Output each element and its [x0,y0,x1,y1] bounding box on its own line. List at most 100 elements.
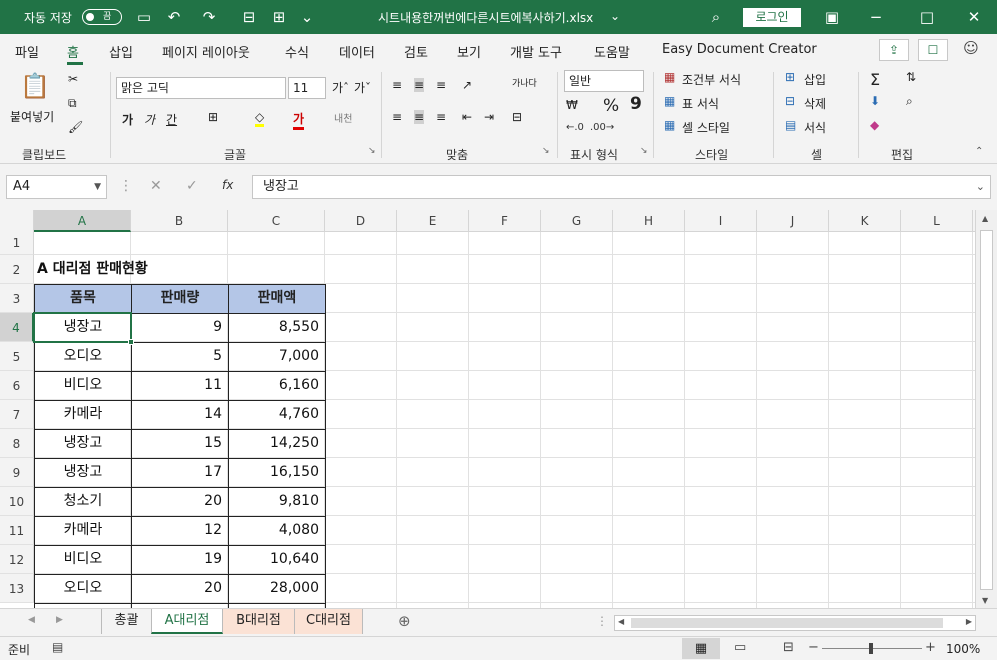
feedback-icon[interactable]: ☺ [962,39,980,57]
find-select-icon[interactable]: ⌕ [906,94,913,109]
row-header-4[interactable]: 4 [0,313,34,342]
insert-function-button[interactable]: fx [222,178,233,192]
increase-indent-icon[interactable]: ⇥ [484,110,494,124]
decrease-indent-icon[interactable]: ⇤ [462,110,472,124]
tab-split-icon[interactable]: ⋮ [596,614,608,628]
tab-file[interactable]: 파일 [15,42,39,61]
scroll-left-icon[interactable]: ◀ [618,617,624,626]
amount-cell[interactable]: 14,250 [228,429,326,459]
amount-cell[interactable]: 4,760 [228,400,326,430]
format-painter-icon[interactable]: 🖌 [68,120,83,134]
tab-page-layout[interactable]: 페이지 레이아웃 [162,42,250,61]
cell-styles-icon[interactable]: ▦ [664,118,675,132]
confirm-entry-icon[interactable]: ✓ [186,178,198,194]
sheet-tab-a[interactable]: A대리점 [151,609,223,634]
format-cells-button[interactable]: 서식 [804,119,826,136]
cancel-entry-icon[interactable]: ✕ [150,178,162,194]
item-cell[interactable]: 비디오 [34,371,132,401]
number-dialog-launcher-icon[interactable]: ↘ [640,146,648,156]
row-header-7[interactable]: 7 [0,400,34,429]
page-break-view-icon[interactable]: ⊟ [783,640,794,655]
tab-help[interactable]: 도움말 [594,42,630,61]
table-format-icon[interactable]: ▦ [664,94,675,108]
horizontal-scroll-thumb[interactable] [631,618,943,628]
font-color-button[interactable]: 가 [293,110,305,130]
row-header-8[interactable]: 8 [0,429,34,458]
align-right-icon[interactable]: ≡ [436,110,446,124]
prev-sheet-icon[interactable]: ◀ [28,615,35,625]
quantity-cell[interactable]: 5 [131,342,229,372]
tab-review[interactable]: 검토 [404,42,428,61]
column-header-h[interactable]: H [613,210,685,232]
save-icon[interactable]: ▭ [135,8,153,26]
item-cell[interactable]: 비디오 [34,545,132,575]
column-header-b[interactable]: B [131,210,228,232]
page-layout-view-icon[interactable]: ▭ [734,640,746,655]
login-button[interactable]: 로그인 [743,8,801,27]
form-icon[interactable]: ⊟ [240,8,258,26]
item-cell[interactable]: 오디오 [34,574,132,604]
underline-button[interactable]: 간 [166,111,177,128]
bold-button[interactable]: 가 [122,111,133,128]
amount-cell[interactable]: 28,000 [228,574,326,604]
column-header-g[interactable]: G [541,210,613,232]
copy-icon[interactable]: ⧉ [68,96,77,111]
next-sheet-icon[interactable]: ▶ [56,615,63,625]
table-header-cell[interactable]: 품목 [34,284,132,314]
quantity-cell[interactable]: 12 [131,516,229,546]
autosum-icon[interactable]: Σ [870,70,880,89]
zoom-in-icon[interactable]: + [925,640,936,655]
percent-button[interactable]: % [603,96,619,116]
orientation-icon[interactable]: ↗ [462,78,472,92]
column-header-a[interactable]: A [34,210,131,232]
scroll-up-icon[interactable]: ▲ [982,214,988,223]
comments-button[interactable]: ☐ [918,39,948,61]
delete-cells-icon[interactable]: ⊟ [785,94,795,108]
share-button[interactable]: ⇪ [879,39,909,61]
item-cell[interactable]: 냉장고 [34,429,132,459]
minimize-icon[interactable]: − [867,8,885,26]
row-header-13[interactable]: 13 [0,574,34,603]
vertical-scrollbar[interactable]: ▲ ▼ [975,210,997,608]
delete-cells-button[interactable]: 삭제 [804,95,826,112]
amount-cell[interactable]: 4,080 [228,516,326,546]
ribbon-display-icon[interactable]: ▣ [823,8,841,26]
decrease-decimal-icon[interactable]: .00→ [590,122,614,133]
format-cells-icon[interactable]: ▤ [785,118,796,132]
currency-icon[interactable]: ₩ [566,98,578,112]
tab-view[interactable]: 보기 [457,42,481,61]
font-dialog-launcher-icon[interactable]: ↘ [368,146,376,156]
scroll-right-icon[interactable]: ▶ [966,617,972,626]
amount-cell[interactable]: 9,810 [228,487,326,517]
amount-cell[interactable]: 10,640 [228,545,326,575]
maximize-icon[interactable]: □ [918,8,936,26]
amount-cell[interactable]: 6,160 [228,371,326,401]
cell-styles-button[interactable]: 셀 스타일 [682,119,730,136]
worksheet-grid[interactable]: ABCDEFGHIJKL 1 2 3 4 5 6 7 8 9 10 11 12 13 A 대리점 판매현황… [0,210,997,608]
undo-icon[interactable]: ↶ [165,8,183,26]
zoom-out-icon[interactable]: − [808,640,819,655]
align-top-icon[interactable]: ≡ [392,78,402,92]
row-header-9[interactable]: 9 [0,458,34,487]
align-center-icon[interactable]: ≡ [414,110,425,124]
column-header-f[interactable]: F [469,210,541,232]
conditional-format-icon[interactable]: ▦ [664,70,675,84]
row-header-10[interactable]: 10 [0,487,34,516]
row-header-2[interactable]: 2 [0,255,34,284]
select-all-corner[interactable] [0,210,34,232]
fill-color-icon[interactable]: ◇ [255,110,265,127]
file-title-caret[interactable]: ⌄ [610,9,620,23]
fill-icon[interactable]: ⬇ [870,94,880,108]
redo-icon[interactable]: ↷ [200,8,218,26]
table-header-cell[interactable]: 판매액 [228,284,326,314]
align-bottom-icon[interactable]: ≡ [436,78,446,92]
tab-developer[interactable]: 개발 도구 [510,42,562,61]
tab-insert[interactable]: 삽입 [109,42,133,61]
quantity-cell[interactable]: 20 [131,574,229,604]
item-cell[interactable]: 오디오 [34,342,132,372]
insert-cells-button[interactable]: 삽입 [804,71,826,88]
autosave-toggle[interactable]: 끔 [82,9,122,25]
customize-toolbar-icon[interactable]: ⌄ [298,8,316,26]
quantity-cell[interactable]: 15 [131,429,229,459]
zoom-level[interactable]: 100% [946,642,980,656]
